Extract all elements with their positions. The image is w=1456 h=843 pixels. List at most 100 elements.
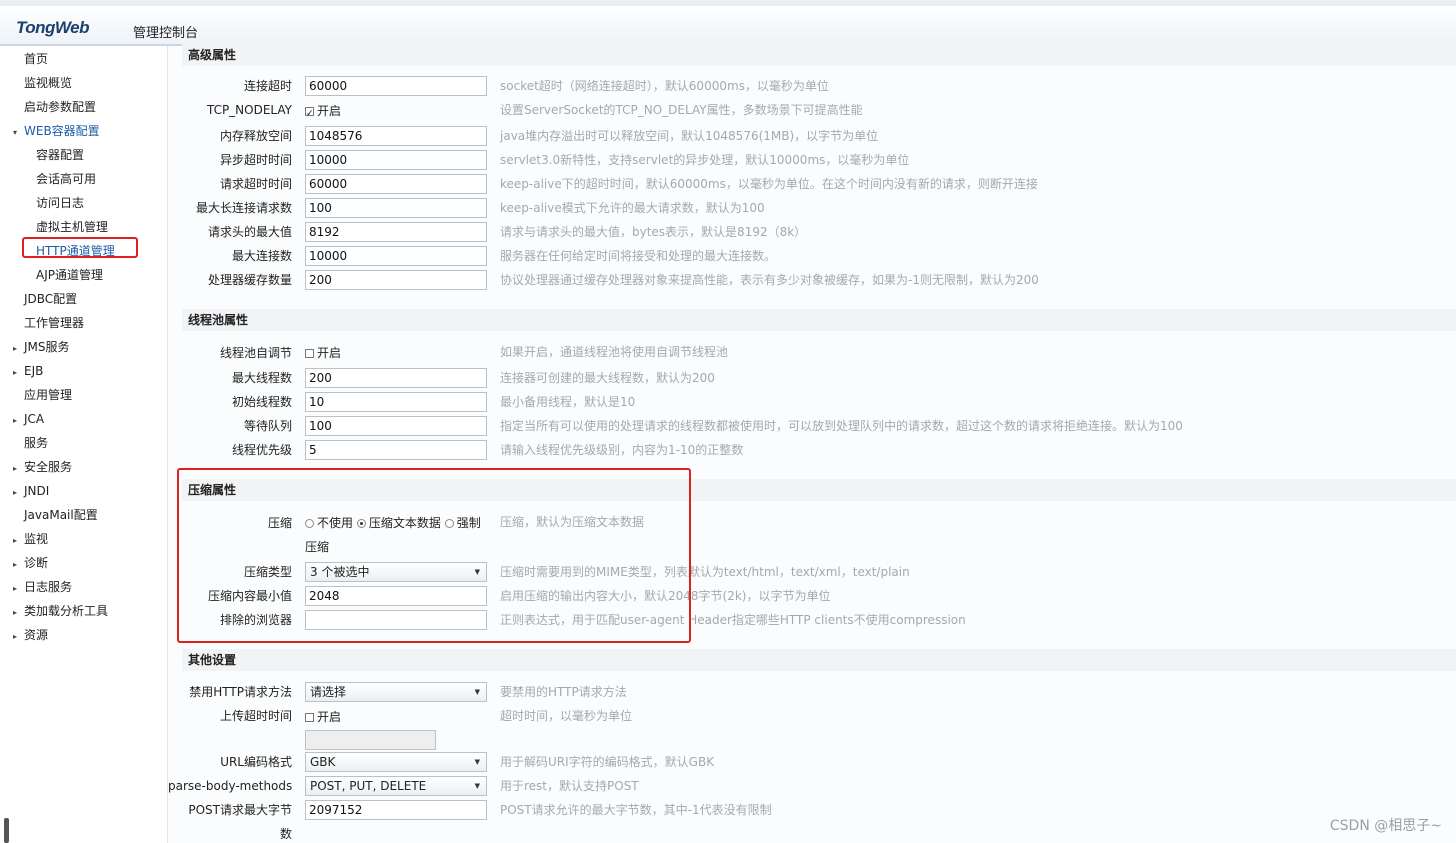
- desc-init-threads: 最小备用线程，默认是10: [500, 395, 636, 409]
- desc-upload-timeout: 超时时间，以毫秒为单位: [500, 709, 633, 723]
- main-content: 高级属性 连接超时 socket超时（网络连接超时），默认60000ms，以毫秒…: [168, 44, 1456, 843]
- chevron-right-icon: ▸: [12, 632, 17, 641]
- label-max-keepalive: 最大长连接请求数: [195, 201, 292, 215]
- label-conn-timeout: 连接超时: [243, 79, 292, 93]
- max-conn-input[interactable]: [305, 246, 487, 266]
- proc-cache-input[interactable]: [305, 270, 487, 290]
- mem-release-input[interactable]: [305, 126, 487, 146]
- label-disable-method: 禁用HTTP请求方法: [189, 685, 292, 699]
- label-parse-body: parse-body-methods: [168, 779, 293, 793]
- label-mem-release: 内存释放空间: [219, 129, 292, 143]
- label-async-timeout: 异步超时时间: [219, 153, 292, 167]
- label-max-conn: 最大连接数: [231, 249, 292, 263]
- sidebar-item-jndi[interactable]: ▸ JNDI: [6, 480, 49, 502]
- max-keepalive-input[interactable]: [305, 198, 487, 218]
- sidebar-item-access-log[interactable]: 访问日志: [26, 192, 84, 214]
- sidebar-item-javamail[interactable]: JavaMail配置: [14, 504, 98, 526]
- sidebar-item-app-manage[interactable]: 应用管理: [14, 384, 72, 406]
- desc-disable-method: 要禁用的HTTP请求方法: [500, 685, 627, 699]
- desc-max-header: 请求与请求头的最大值，bytes表示，默认是8192（8k）: [500, 225, 807, 239]
- chevron-down-icon: ▾: [12, 128, 17, 137]
- desc-queue: 指定当所有可以使用的处理请求的线程数都被使用时，可以放到处理队列中的请求数，超过…: [500, 419, 1183, 433]
- upload-timeout-input: [305, 730, 436, 750]
- post-max-input[interactable]: [305, 800, 487, 820]
- chevron-right-icon: ▸: [12, 464, 17, 473]
- sidebar-item-jms[interactable]: ▸ JMS服务: [6, 336, 70, 358]
- desc-tcp-nodelay: 设置ServerSocket的TCP_NO_DELAY属性，多数场景下可提高性能: [500, 103, 863, 117]
- chevron-right-icon: ▸: [12, 608, 17, 617]
- sidebar-scrollbar[interactable]: [4, 818, 9, 843]
- upload-timeout-checkbox[interactable]: 开启: [305, 707, 341, 727]
- sidebar-item-virtual-host[interactable]: 虚拟主机管理: [26, 216, 108, 238]
- chevron-right-icon: ▸: [12, 344, 17, 353]
- sidebar-item-jdbc[interactable]: JDBC配置: [14, 288, 77, 310]
- desc-mem-release: java堆内存溢出时可以释放空间，默认1048576(1MB)，以字节为单位: [500, 129, 879, 143]
- section-header-advanced: 高级属性: [182, 44, 1456, 66]
- auto-adjust-checkbox[interactable]: 开启: [305, 343, 341, 363]
- sidebar-item-startup-params[interactable]: 启动参数配置: [14, 96, 96, 118]
- sidebar-item-diagnose[interactable]: ▸ 诊断: [6, 552, 48, 574]
- req-timeout-input[interactable]: [305, 174, 487, 194]
- sidebar-item-classloader-tool[interactable]: ▸ 类加载分析工具: [6, 600, 108, 622]
- sidebar-item-ejb[interactable]: ▸ EJB: [6, 360, 43, 382]
- csdn-watermark: CSDN @相思子~: [1329, 818, 1442, 834]
- sidebar-item-monitor-overview[interactable]: 监视概览: [14, 72, 72, 94]
- sidebar-item-services[interactable]: 服务: [14, 432, 48, 454]
- sidebar-item-security[interactable]: ▸ 安全服务: [6, 456, 72, 478]
- max-threads-input[interactable]: [305, 368, 487, 388]
- desc-auto-adjust: 如果开启，通道线程池将使用自调节线程池: [500, 345, 729, 359]
- max-header-input[interactable]: [305, 222, 487, 242]
- sidebar-item-ajp-channel[interactable]: AJP通道管理: [26, 264, 103, 286]
- uri-encoding-select[interactable]: GBK ▼: [305, 752, 487, 772]
- checkbox-icon: [305, 104, 314, 124]
- label-priority: 线程优先级: [231, 443, 292, 457]
- chevron-right-icon: ▸: [12, 368, 17, 377]
- desc-parse-body: 用于rest，默认支持POST: [500, 779, 639, 793]
- label-auto-adjust: 线程池自调节: [219, 346, 292, 360]
- desc-max-keepalive: keep-alive模式下允许的最大请求数，默认为100: [500, 201, 765, 215]
- selection-highlight-box: [22, 237, 138, 258]
- sidebar-item-resources[interactable]: ▸ 资源: [6, 624, 48, 646]
- console-title: 管理控制台: [133, 26, 199, 41]
- label-upload-timeout: 上传超时时间: [219, 709, 292, 723]
- top-bar: TongWeb 管理控制台: [0, 0, 1456, 46]
- sidebar-item-jca[interactable]: ▸ JCA: [6, 408, 44, 430]
- label-init-threads: 初始线程数: [231, 395, 292, 409]
- sidebar-item-home[interactable]: 首页: [14, 48, 48, 70]
- conn-timeout-input[interactable]: [305, 76, 487, 96]
- desc-conn-timeout: socket超时（网络连接超时），默认60000ms，以毫秒为单位: [500, 79, 829, 93]
- async-timeout-input[interactable]: [305, 150, 487, 170]
- chevron-right-icon: ▸: [12, 488, 17, 497]
- sidebar-item-monitor[interactable]: ▸ 监视: [6, 528, 48, 550]
- disable-method-select[interactable]: 请选择 ▼: [305, 682, 487, 702]
- label-queue: 等待队列: [243, 419, 292, 433]
- desc-proc-cache: 协议处理器通过缓存处理器对象来提高性能，表示有多少对象被缓存，如果为-1则无限制…: [500, 273, 1039, 287]
- sidebar-item-work-manager[interactable]: 工作管理器: [14, 312, 84, 334]
- label-max-threads: 最大线程数: [231, 371, 292, 385]
- parse-body-select[interactable]: POST, PUT, DELETE ▼: [305, 776, 487, 796]
- checkbox-icon: [305, 349, 314, 358]
- desc-post-max: POST请求允许的最大字节数，其中-1代表没有限制: [500, 803, 772, 817]
- label-req-timeout: 请求超时时间: [219, 177, 292, 191]
- sidebar-item-log-service[interactable]: ▸ 日志服务: [6, 576, 72, 598]
- desc-max-conn: 服务器在任何给定时间将接受和处理的最大连接数。: [500, 249, 777, 263]
- desc-max-threads: 连接器可创建的最大线程数，默认为200: [500, 371, 715, 385]
- desc-req-timeout: keep-alive下的超时时间，默认60000ms，以毫秒为单位。在这个时间内…: [500, 177, 1038, 191]
- section-header-other: 其他设置: [182, 649, 1456, 671]
- sidebar-item-web-container[interactable]: ▾ WEB容器配置: [6, 120, 100, 142]
- priority-input[interactable]: [305, 440, 487, 460]
- sidebar-item-container-config[interactable]: 容器配置: [26, 144, 84, 166]
- init-threads-input[interactable]: [305, 392, 487, 412]
- tongweb-logo: TongWeb: [16, 18, 89, 37]
- label-max-header: 请求头的最大值: [207, 225, 292, 239]
- desc-async-timeout: servlet3.0新特性，支持servlet的异步处理，默认10000ms，以…: [500, 153, 910, 167]
- chevron-right-icon: ▸: [12, 536, 17, 545]
- dropdown-caret-icon: ▼: [474, 758, 480, 766]
- tcp-nodelay-checkbox[interactable]: 开启: [305, 101, 341, 124]
- desc-uri-encoding: 用于解码URI字符的编码格式，默认GBK: [500, 755, 715, 769]
- dropdown-caret-icon: ▼: [474, 782, 480, 790]
- sidebar-item-session-ha[interactable]: 会话高可用: [26, 168, 96, 190]
- queue-input[interactable]: [305, 416, 487, 436]
- chevron-right-icon: ▸: [12, 416, 17, 425]
- chevron-right-icon: ▸: [12, 560, 17, 569]
